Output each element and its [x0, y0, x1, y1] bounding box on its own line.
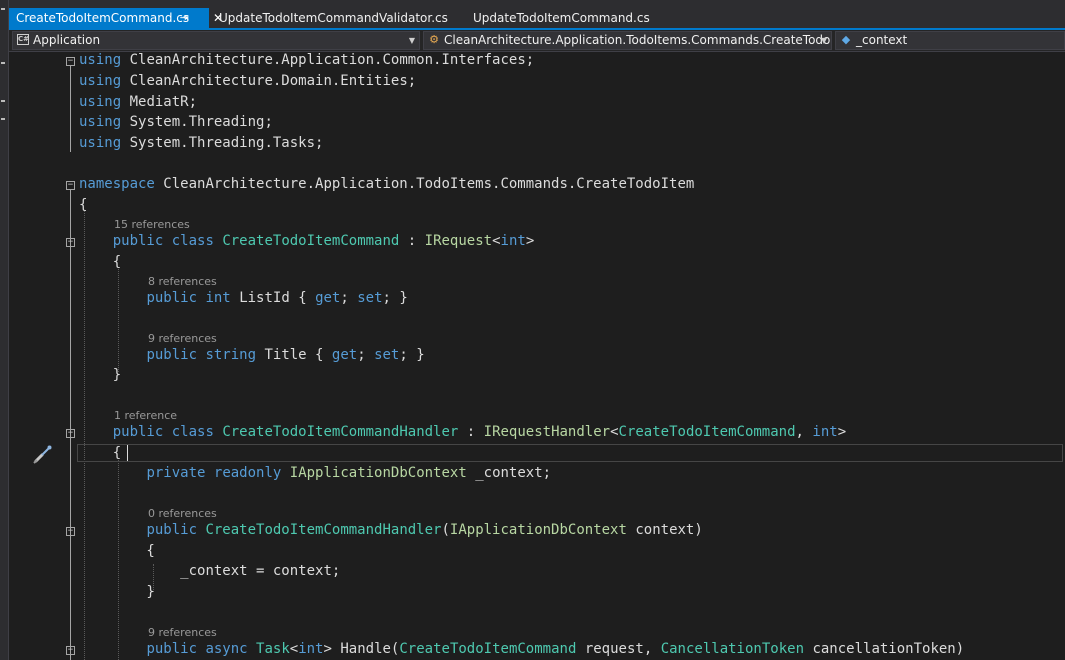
code-line: public class CreateTodoItemCommand : IRe…: [112, 233, 535, 249]
pin-icon[interactable]: ⇥: [180, 8, 189, 28]
indent-guide: [118, 460, 119, 660]
member-dropdown-label: _context: [856, 33, 908, 47]
type-dropdown-label: CleanArchitecture.Application.TodoItems.…: [444, 33, 832, 47]
collapse-icon[interactable]: −: [66, 238, 75, 247]
fold-line: [70, 66, 71, 152]
type-dropdown[interactable]: ⚙ CleanArchitecture.Application.TodoItem…: [423, 31, 832, 50]
chevron-down-icon: ▼: [820, 36, 827, 45]
collapse-icon[interactable]: −: [66, 429, 75, 438]
strip-marker: [1, 100, 5, 102]
current-line-highlight: [77, 444, 1063, 462]
codelens-references[interactable]: 8 references: [148, 275, 217, 288]
code-line: public class CreateTodoItemCommandHandle…: [112, 424, 847, 440]
code-line: {: [79, 197, 88, 213]
code-editor[interactable]: − − − − − − using CleanArchitecture.Appl…: [9, 52, 1065, 660]
code-line: public int ListId { get; set; }: [146, 290, 408, 306]
code-line: {: [79, 543, 155, 559]
code-line: _context = context;: [180, 563, 341, 579]
code-line: {: [79, 445, 122, 461]
document-tab-bar: CreateTodoItemCommand.cs ⇥ ✕ UpdateTodoI…: [9, 0, 1065, 30]
codelens-references[interactable]: 9 references: [148, 626, 217, 639]
member-dropdown[interactable]: ◆ _context: [835, 31, 1065, 50]
tab-update-todo-item-command[interactable]: UpdateTodoItemCommand.cs: [466, 8, 666, 28]
code-line: public async Task<int> Handle(CreateTodo…: [146, 641, 965, 657]
tab-label: UpdateTodoItemCommandValidator.cs: [219, 11, 448, 25]
fold-line: [70, 247, 71, 374]
collapse-icon[interactable]: −: [66, 57, 75, 66]
project-dropdown[interactable]: C# Application ▼: [12, 31, 420, 50]
csharp-project-icon: C#: [17, 34, 30, 45]
code-line: using MediatR;: [79, 94, 198, 110]
strip-marker: [1, 8, 5, 10]
screwdriver-icon[interactable]: [32, 443, 54, 465]
codelens-references[interactable]: 1 reference: [114, 409, 177, 422]
left-tool-strip: [0, 0, 9, 660]
code-line: using System.Threading.Tasks;: [79, 135, 324, 151]
codelens-references[interactable]: 0 references: [148, 507, 217, 520]
navigation-bar: C# Application ▼ ⚙ CleanArchitecture.App…: [9, 30, 1065, 52]
tab-label: CreateTodoItemCommand.cs: [16, 11, 190, 25]
chevron-down-icon: ▼: [408, 36, 415, 45]
code-line: public string Title { get; set; }: [146, 347, 425, 363]
class-icon: ⚙: [429, 33, 439, 46]
code-line: private readonly IApplicationDbContext _…: [146, 465, 552, 481]
code-line: using CleanArchitecture.Application.Comm…: [79, 52, 535, 68]
code-line: public CreateTodoItemCommandHandler(IApp…: [146, 522, 703, 538]
code-line: {: [79, 254, 122, 270]
strip-marker: [1, 62, 5, 64]
field-icon: ◆: [841, 33, 851, 46]
code-area[interactable]: − − − − − − using CleanArchitecture.Appl…: [9, 52, 1065, 660]
codelens-references[interactable]: 9 references: [148, 332, 217, 345]
collapse-icon[interactable]: −: [66, 181, 75, 190]
code-line: }: [79, 367, 122, 383]
project-dropdown-label: Application: [33, 33, 101, 47]
text-caret: [127, 445, 128, 461]
tab-label: UpdateTodoItemCommand.cs: [473, 11, 650, 25]
strip-marker: [1, 118, 5, 120]
code-line: using CleanArchitecture.Domain.Entities;: [79, 73, 417, 89]
tab-create-todo-item-command[interactable]: CreateTodoItemCommand.cs ⇥ ✕: [9, 8, 223, 28]
codelens-references[interactable]: 15 references: [114, 218, 190, 231]
code-line: }: [79, 584, 155, 600]
code-line: using System.Threading;: [79, 114, 273, 130]
fold-line: [70, 536, 71, 594]
tab-update-todo-item-command-validator[interactable]: UpdateTodoItemCommandValidator.cs: [212, 8, 462, 28]
code-line: namespace CleanArchitecture.Application.…: [79, 176, 695, 192]
collapse-icon[interactable]: −: [66, 646, 75, 655]
collapse-icon[interactable]: −: [66, 527, 75, 536]
